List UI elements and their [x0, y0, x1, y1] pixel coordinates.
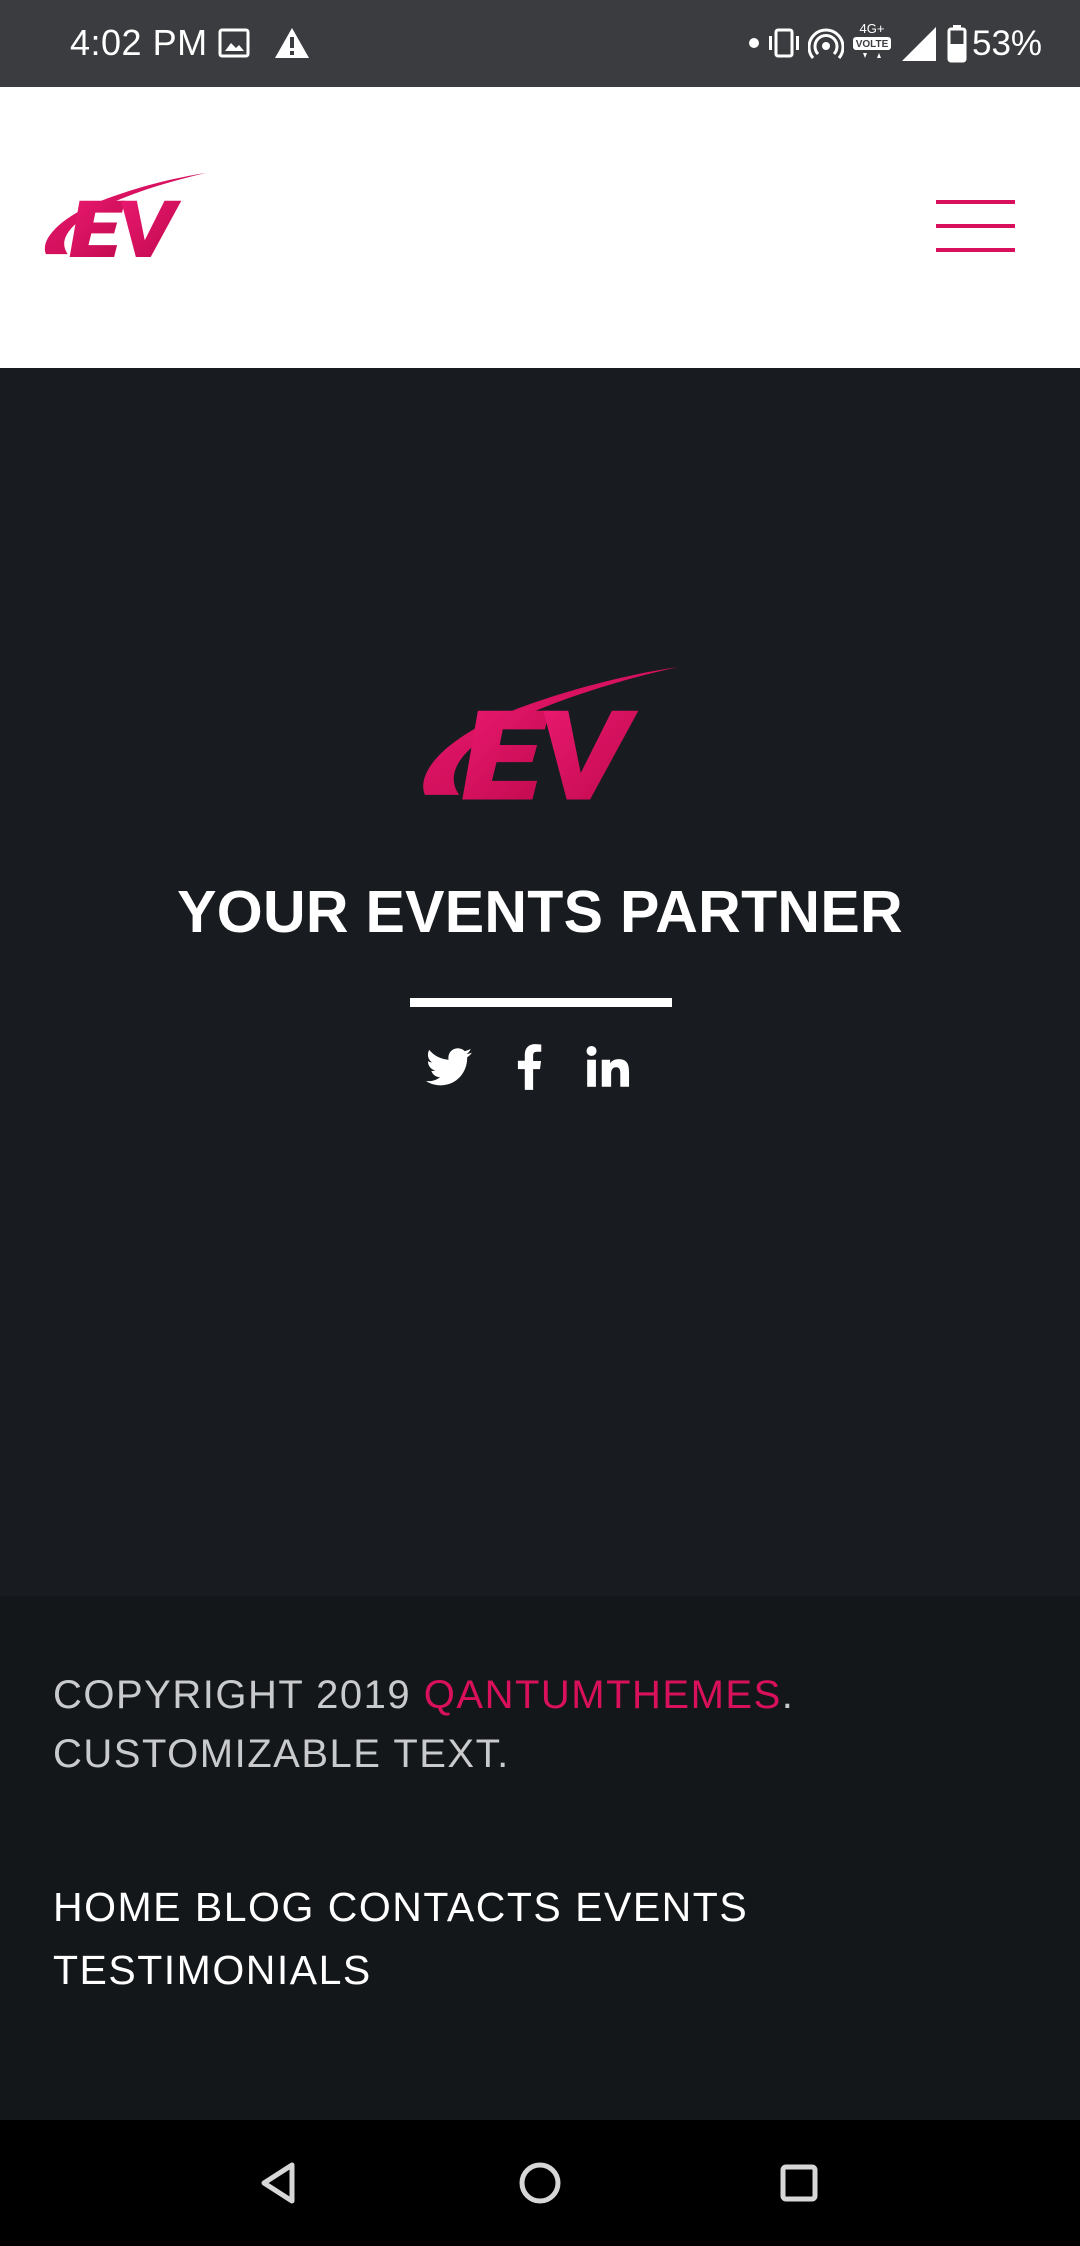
hamburger-icon-bar: [936, 248, 1015, 252]
twitter-icon[interactable]: [424, 1042, 474, 1092]
linkedin-icon[interactable]: [583, 1042, 633, 1092]
gallery-icon: [218, 28, 250, 58]
dot-icon: [749, 38, 759, 48]
footer-link-contacts[interactable]: CONTACTS: [328, 1884, 562, 1930]
status-time: 4:02 PM: [70, 22, 208, 63]
volte-icon: 4G+ VOLTE: [853, 21, 891, 58]
volte-label: VOLTE: [856, 39, 889, 50]
status-right-icons: 4G+ VOLTE: [748, 20, 968, 66]
footer-link-events[interactable]: EVENTS: [575, 1884, 748, 1930]
hamburger-icon-bar: [936, 224, 1015, 228]
site-logo[interactable]: [40, 171, 208, 265]
system-navigation-bar: [0, 2120, 1080, 2246]
vibrate-icon: [769, 28, 799, 58]
tagline: YOUR EVENTS PARTNER: [177, 879, 903, 945]
battery-icon: [947, 25, 967, 63]
status-bar: 4:02 PM 4G+ VOLTE 53%: [0, 0, 1080, 87]
copyright-prefix: COPYRIGHT 2019: [53, 1673, 424, 1717]
back-icon[interactable]: [250, 2153, 310, 2213]
recents-icon[interactable]: [769, 2153, 829, 2213]
home-icon[interactable]: [510, 2153, 570, 2213]
hamburger-icon: [936, 200, 1015, 204]
network-type-label: 4G+: [860, 21, 885, 36]
footer: COPYRIGHT 2019 QANTUMTHEMES. CUSTOMIZABL…: [0, 1596, 1080, 2120]
footer-link-testimonials[interactable]: TESTIMONIALS: [53, 1947, 372, 1993]
site-header: [0, 87, 1080, 368]
alert-icon: [275, 28, 309, 58]
hero-section: YOUR EVENTS PARTNER: [0, 368, 1080, 1596]
battery-percentage: 53%: [972, 24, 1043, 63]
hotspot-icon: [808, 28, 844, 59]
hero-logo: [412, 664, 684, 812]
footer-nav: HOME BLOG CONTACTS EVENTS TESTIMONIALS: [53, 1876, 953, 2002]
menu-button[interactable]: [930, 200, 1016, 256]
facebook-icon[interactable]: [505, 1042, 555, 1092]
social-links: [0, 1042, 1080, 1102]
brand-link[interactable]: QANTUMTHEMES: [424, 1673, 782, 1717]
divider: [410, 998, 672, 1007]
copyright-text: COPYRIGHT 2019 QANTUMTHEMES. CUSTOMIZABL…: [53, 1666, 1033, 1784]
signal-icon: [902, 27, 936, 61]
footer-link-home[interactable]: HOME: [53, 1884, 182, 1930]
footer-link-blog[interactable]: BLOG: [195, 1884, 315, 1930]
